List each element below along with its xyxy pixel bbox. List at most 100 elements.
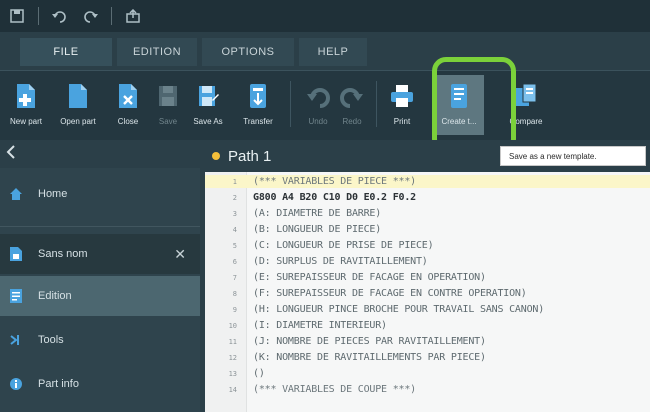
ribbon-separator bbox=[376, 81, 377, 127]
code-line[interactable]: 4 (B: LONGUEUR DE PIECE) bbox=[205, 223, 650, 236]
sidebar-divider bbox=[0, 226, 200, 227]
tab-options[interactable]: OPTIONS bbox=[202, 38, 294, 66]
print-button[interactable]: Print bbox=[380, 75, 424, 135]
code-text: (H: LONGUEUR PINCE BROCHE POUR TRAVAIL S… bbox=[253, 304, 545, 315]
open-part-button[interactable]: Open part bbox=[56, 75, 100, 135]
sidebar-item-label: Sans nom bbox=[38, 248, 88, 260]
code-text: (K: NOMBRE DE RAVITAILLEMENTS PAR PIECE) bbox=[253, 352, 486, 363]
tab-file[interactable]: FILE bbox=[20, 38, 112, 66]
line-number: 11 bbox=[228, 337, 237, 346]
line-number: 10 bbox=[228, 321, 237, 330]
toolbar-separator bbox=[38, 7, 39, 25]
sidebar-item-part-info[interactable]: Part info bbox=[0, 364, 200, 404]
line-number: 5 bbox=[232, 241, 237, 250]
print-icon bbox=[390, 81, 414, 111]
code-line[interactable]: 10 (I: DIAMETRE INTERIEUR) bbox=[205, 319, 650, 332]
redo-button[interactable]: Redo bbox=[330, 75, 374, 135]
code-text: (*** VARIABLES DE COUPE ***) bbox=[253, 384, 416, 395]
line-number: 12 bbox=[228, 353, 237, 362]
code-text: (I: DIAMETRE INTERIEUR) bbox=[253, 320, 387, 331]
undo-icon bbox=[306, 81, 330, 111]
code-line[interactable]: 5 (C: LONGUEUR DE PRISE DE PIECE) bbox=[205, 239, 650, 252]
save-button[interactable]: Save bbox=[146, 75, 190, 135]
export-quick-icon[interactable] bbox=[120, 6, 146, 26]
line-number: 4 bbox=[232, 225, 237, 234]
transfer-label: Transfer bbox=[243, 117, 273, 126]
code-line[interactable]: 12 (K: NOMBRE DE RAVITAILLEMENTS PAR PIEC… bbox=[205, 351, 650, 364]
code-text: () bbox=[253, 368, 265, 379]
save-icon bbox=[156, 81, 180, 111]
code-line[interactable]: 14 (*** VARIABLES DE COUPE ***) bbox=[205, 383, 650, 396]
code-text: (F: SUREPAISSEUR DE FACAGE EN CONTRE OPE… bbox=[253, 288, 527, 299]
open-part-icon bbox=[66, 81, 90, 111]
transfer-button[interactable]: Transfer bbox=[236, 75, 280, 135]
sidebar-item-home[interactable]: Home bbox=[0, 174, 200, 214]
toolbar-separator bbox=[111, 7, 112, 25]
line-number: 2 bbox=[232, 193, 237, 202]
tab-edition[interactable]: EDITION bbox=[117, 38, 197, 66]
ribbon-toolbar: New part Open part Close Save Save As Tr… bbox=[0, 70, 650, 140]
app-window: FILE EDITION OPTIONS HELP New part Open … bbox=[0, 0, 650, 412]
path-title: Path 1 bbox=[228, 147, 272, 165]
code-line[interactable]: 3 (A: DIAMETRE DE BARRE) bbox=[205, 207, 650, 220]
open-part-label: Open part bbox=[60, 117, 96, 126]
code-text: (J: NOMBRE DE PIECES PAR RAVITAILLEMENT) bbox=[253, 336, 486, 347]
info-icon bbox=[8, 376, 24, 392]
sidebar: Home Sans nom ✕ Edition Tools Part info bbox=[0, 140, 200, 412]
code-text: (A: DIAMETRE DE BARRE) bbox=[253, 208, 382, 219]
tab-help[interactable]: HELP bbox=[299, 38, 367, 66]
line-number: 3 bbox=[232, 209, 237, 218]
new-part-icon bbox=[14, 81, 38, 111]
chevron-left-icon[interactable] bbox=[6, 144, 16, 165]
code-line[interactable]: 13 () bbox=[205, 367, 650, 380]
quick-access-toolbar bbox=[0, 0, 650, 32]
line-number: 13 bbox=[228, 369, 237, 378]
redo-icon bbox=[340, 81, 364, 111]
sidebar-item-label: Tools bbox=[38, 334, 64, 346]
new-part-button[interactable]: New part bbox=[4, 75, 48, 135]
print-label: Print bbox=[393, 117, 411, 126]
code-text: (*** VARIABLES DE PIECE ***) bbox=[253, 176, 416, 187]
code-line[interactable]: 11 (J: NOMBRE DE PIECES PAR RAVITAILLEMEN… bbox=[205, 335, 650, 348]
code-text: (E: SUREPAISSEUR DE FACAGE EN OPERATION) bbox=[253, 272, 486, 283]
save-as-label: Save As bbox=[193, 117, 223, 126]
code-line[interactable]: 1 (*** VARIABLES DE PIECE ***) bbox=[205, 175, 650, 188]
ribbon-separator bbox=[290, 81, 291, 127]
line-number: 14 bbox=[228, 385, 237, 394]
sidebar-item-label: Home bbox=[38, 188, 68, 200]
code-line[interactable]: 6 (D: SURPLUS DE RAVITAILLEMENT) bbox=[205, 255, 650, 268]
undo-label: Undo bbox=[308, 117, 328, 126]
code-text: (D: SURPLUS DE RAVITAILLEMENT) bbox=[253, 256, 428, 267]
new-part-label: New part bbox=[9, 117, 42, 126]
sidebar-item-document[interactable]: Sans nom ✕ bbox=[0, 234, 200, 274]
close-button[interactable]: Close bbox=[106, 75, 150, 135]
sidebar-collapse-bar bbox=[0, 140, 200, 168]
code-line[interactable]: 8 (F: SUREPAISSEUR DE FACAGE EN CONTRE OP… bbox=[205, 287, 650, 300]
transfer-icon bbox=[246, 81, 270, 111]
modified-indicator bbox=[212, 152, 220, 160]
sidebar-item-label: Part info bbox=[38, 378, 79, 390]
compare-icon bbox=[514, 81, 538, 111]
code-line[interactable]: 2 G800 A4 B20 C10 D0 E0.2 F0.2 bbox=[205, 191, 650, 204]
close-icon[interactable]: ✕ bbox=[174, 246, 186, 263]
sidebar-item-label: Edition bbox=[38, 290, 72, 302]
code-editor[interactable]: 1 (*** VARIABLES DE PIECE ***) 2 G800 A4 B… bbox=[205, 172, 650, 412]
line-number: 7 bbox=[232, 273, 237, 282]
save-quick-icon[interactable] bbox=[4, 6, 30, 26]
line-number: 6 bbox=[232, 257, 237, 266]
redo-quick-icon[interactable] bbox=[77, 6, 103, 26]
code-line[interactable]: 7 (E: SUREPAISSEUR DE FACAGE EN OPERATION… bbox=[205, 271, 650, 284]
line-number: 9 bbox=[232, 305, 237, 314]
tooltip: Save as a new template. bbox=[500, 146, 646, 166]
save-as-icon bbox=[196, 81, 220, 111]
sidebar-item-tools[interactable]: Tools bbox=[0, 320, 200, 360]
save-as-button[interactable]: Save As bbox=[186, 75, 230, 135]
sidebar-item-edition[interactable]: Edition bbox=[0, 276, 200, 316]
code-text: (B: LONGUEUR DE PIECE) bbox=[253, 224, 382, 235]
menu-tab-bar: FILE EDITION OPTIONS HELP bbox=[0, 32, 650, 70]
document-icon bbox=[8, 246, 24, 262]
save-label: Save bbox=[158, 117, 178, 126]
close-doc-icon bbox=[116, 81, 140, 111]
undo-quick-icon[interactable] bbox=[47, 6, 73, 26]
code-line[interactable]: 9 (H: LONGUEUR PINCE BROCHE POUR TRAVAIL … bbox=[205, 303, 650, 316]
